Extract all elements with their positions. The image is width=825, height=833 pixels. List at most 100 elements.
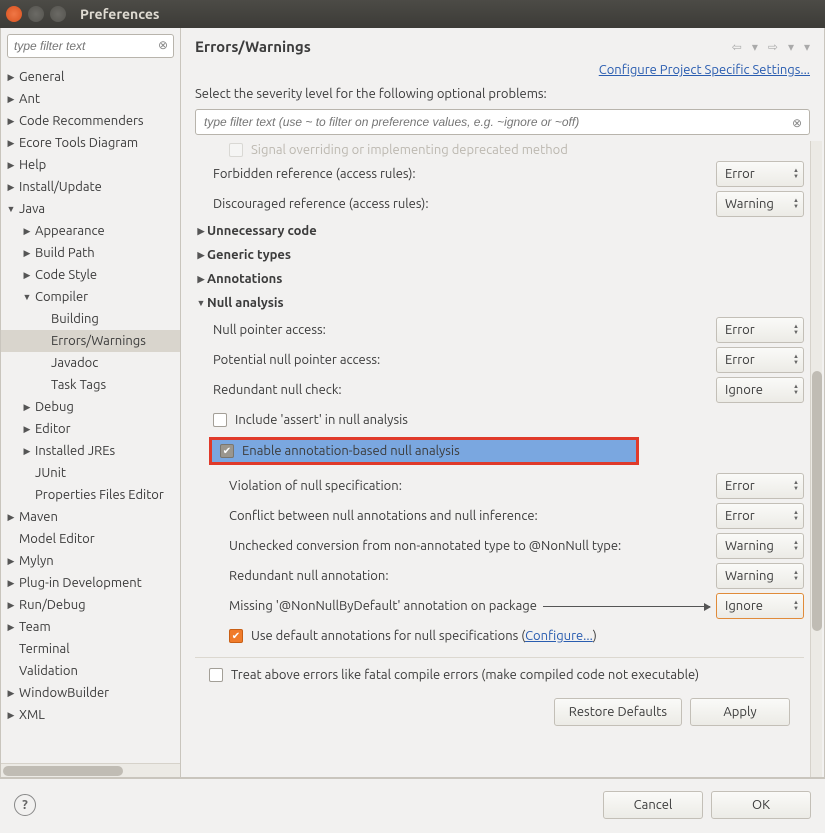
setting-label: Unchecked conversion from non-annotated … — [229, 539, 716, 553]
conflict-null-annotations-combo[interactable]: Error▲▼ — [716, 503, 804, 529]
chevron-right-icon[interactable]: ▶ — [5, 512, 17, 523]
tree-item[interactable]: Errors/Warnings — [1, 330, 180, 352]
chevron-right-icon[interactable]: ▶ — [5, 72, 17, 83]
include-assert-checkbox[interactable] — [213, 413, 227, 427]
sidebar-filter-input[interactable] — [7, 34, 174, 58]
window-maximize-icon[interactable] — [50, 6, 66, 22]
tree-item[interactable]: ▶Debug — [1, 396, 180, 418]
sidebar-horizontal-scrollbar[interactable] — [1, 763, 180, 777]
checkbox[interactable] — [229, 143, 243, 157]
tree-item[interactable]: Task Tags — [1, 374, 180, 396]
chevron-right-icon[interactable]: ▶ — [5, 578, 17, 589]
tree-item-label: Installed JREs — [35, 444, 115, 458]
section-generic-types[interactable]: ▶Generic types — [195, 243, 804, 267]
chevron-right-icon[interactable]: ▶ — [21, 226, 33, 237]
enable-annotation-null-analysis-row[interactable]: ✔ Enable annotation-based null analysis — [209, 437, 639, 465]
chevron-right-icon[interactable]: ▶ — [5, 116, 17, 127]
cancel-button[interactable]: Cancel — [603, 791, 703, 819]
tree-item[interactable]: ▶Ecore Tools Diagram — [1, 132, 180, 154]
tree-item[interactable]: Properties Files Editor — [1, 484, 180, 506]
enable-annotation-checkbox[interactable]: ✔ — [220, 444, 234, 458]
chevron-right-icon[interactable]: ▶ — [5, 182, 17, 193]
tree-item[interactable]: ▶Help — [1, 154, 180, 176]
settings-vertical-scrollbar[interactable] — [810, 141, 822, 777]
redundant-null-check-combo[interactable]: Ignore▲▼ — [716, 377, 804, 403]
violation-null-spec-combo[interactable]: Error▲▼ — [716, 473, 804, 499]
tree-item[interactable]: Terminal — [1, 638, 180, 660]
chevron-right-icon[interactable]: ▶ — [5, 710, 17, 721]
nav-menu-icon[interactable]: ▾ — [804, 40, 810, 54]
tree-item[interactable]: ▶Ant — [1, 88, 180, 110]
tree-item[interactable]: ▶Plug-in Development — [1, 572, 180, 594]
chevron-down-icon[interactable]: ▼ — [5, 204, 17, 214]
tree-item[interactable]: ▶Build Path — [1, 242, 180, 264]
settings-area: Signal overriding or implementing deprec… — [181, 141, 810, 777]
nav-forward-icon[interactable]: ⇨ — [768, 40, 778, 54]
preferences-tree[interactable]: ▶General▶Ant▶Code Recommenders▶Ecore Too… — [1, 64, 180, 763]
tree-item[interactable]: ▶Run/Debug — [1, 594, 180, 616]
nav-back-icon[interactable]: ⇦ — [732, 40, 742, 54]
project-settings-link[interactable]: Configure Project Specific Settings... — [181, 63, 824, 83]
chevron-down-icon[interactable]: ▼ — [21, 292, 33, 302]
chevron-right-icon[interactable]: ▶ — [5, 622, 17, 633]
clear-icon[interactable]: ⊗ — [792, 116, 802, 130]
setting-label: Redundant null annotation: — [229, 569, 716, 583]
apply-button[interactable]: Apply — [690, 698, 790, 726]
tree-item[interactable]: ▶Maven — [1, 506, 180, 528]
discouraged-reference-combo[interactable]: Warning▲▼ — [716, 191, 804, 217]
ok-button[interactable]: OK — [711, 791, 811, 819]
chevron-right-icon[interactable]: ▶ — [5, 556, 17, 567]
treat-fatal-checkbox[interactable] — [209, 668, 223, 682]
setting-label: Conflict between null annotations and nu… — [229, 509, 716, 523]
chevron-right-icon[interactable]: ▶ — [21, 248, 33, 259]
redundant-null-annotation-combo[interactable]: Warning▲▼ — [716, 563, 804, 589]
nav-back-menu-icon[interactable]: ▾ — [752, 40, 758, 54]
tree-item[interactable]: ▶Installed JREs — [1, 440, 180, 462]
tree-item[interactable]: ▶Mylyn — [1, 550, 180, 572]
clear-icon[interactable]: ⊗ — [158, 38, 168, 52]
chevron-right-icon[interactable]: ▶ — [5, 688, 17, 699]
section-annotations[interactable]: ▶Annotations — [195, 267, 804, 291]
tree-item[interactable]: Validation — [1, 660, 180, 682]
use-default-annotations-checkbox[interactable]: ✔ — [229, 629, 243, 643]
settings-filter-input[interactable] — [195, 109, 810, 135]
forbidden-reference-combo[interactable]: Error▲▼ — [716, 161, 804, 187]
tree-item-label: Errors/Warnings — [51, 334, 146, 348]
unchecked-conversion-combo[interactable]: Warning▲▼ — [716, 533, 804, 559]
chevron-right-icon[interactable]: ▶ — [5, 600, 17, 611]
missing-nonnull-default-combo[interactable]: Ignore▲▼ — [716, 593, 804, 619]
potential-null-pointer-combo[interactable]: Error▲▼ — [716, 347, 804, 373]
tree-item[interactable]: ▶Code Recommenders — [1, 110, 180, 132]
tree-item[interactable]: Model Editor — [1, 528, 180, 550]
nav-forward-menu-icon[interactable]: ▾ — [788, 40, 794, 54]
tree-item[interactable]: ▼Java — [1, 198, 180, 220]
tree-item[interactable]: JUnit — [1, 462, 180, 484]
tree-item[interactable]: ▶WindowBuilder — [1, 682, 180, 704]
tree-item[interactable]: ▶XML — [1, 704, 180, 726]
tree-item[interactable]: Building — [1, 308, 180, 330]
help-icon[interactable]: ? — [14, 794, 36, 816]
tree-item[interactable]: ▶Team — [1, 616, 180, 638]
section-null-analysis[interactable]: ▼Null analysis — [195, 291, 804, 315]
chevron-right-icon[interactable]: ▶ — [21, 424, 33, 435]
tree-item-label: Ant — [19, 92, 40, 106]
chevron-right-icon[interactable]: ▶ — [5, 160, 17, 171]
chevron-right-icon[interactable]: ▶ — [21, 270, 33, 281]
tree-item[interactable]: ▶General — [1, 66, 180, 88]
restore-defaults-button[interactable]: Restore Defaults — [554, 698, 682, 726]
window-close-icon[interactable] — [6, 6, 22, 22]
tree-item[interactable]: ▶Editor — [1, 418, 180, 440]
window-minimize-icon[interactable] — [28, 6, 44, 22]
tree-item[interactable]: ▼Compiler — [1, 286, 180, 308]
tree-item[interactable]: ▶Appearance — [1, 220, 180, 242]
chevron-right-icon[interactable]: ▶ — [5, 138, 17, 149]
configure-annotations-link[interactable]: Configure... — [525, 629, 593, 643]
chevron-right-icon[interactable]: ▶ — [21, 446, 33, 457]
tree-item[interactable]: ▶Code Style — [1, 264, 180, 286]
tree-item[interactable]: ▶Install/Update — [1, 176, 180, 198]
null-pointer-access-combo[interactable]: Error▲▼ — [716, 317, 804, 343]
chevron-right-icon[interactable]: ▶ — [5, 94, 17, 105]
section-unnecessary-code[interactable]: ▶Unnecessary code — [195, 219, 804, 243]
chevron-right-icon[interactable]: ▶ — [21, 402, 33, 413]
tree-item[interactable]: Javadoc — [1, 352, 180, 374]
